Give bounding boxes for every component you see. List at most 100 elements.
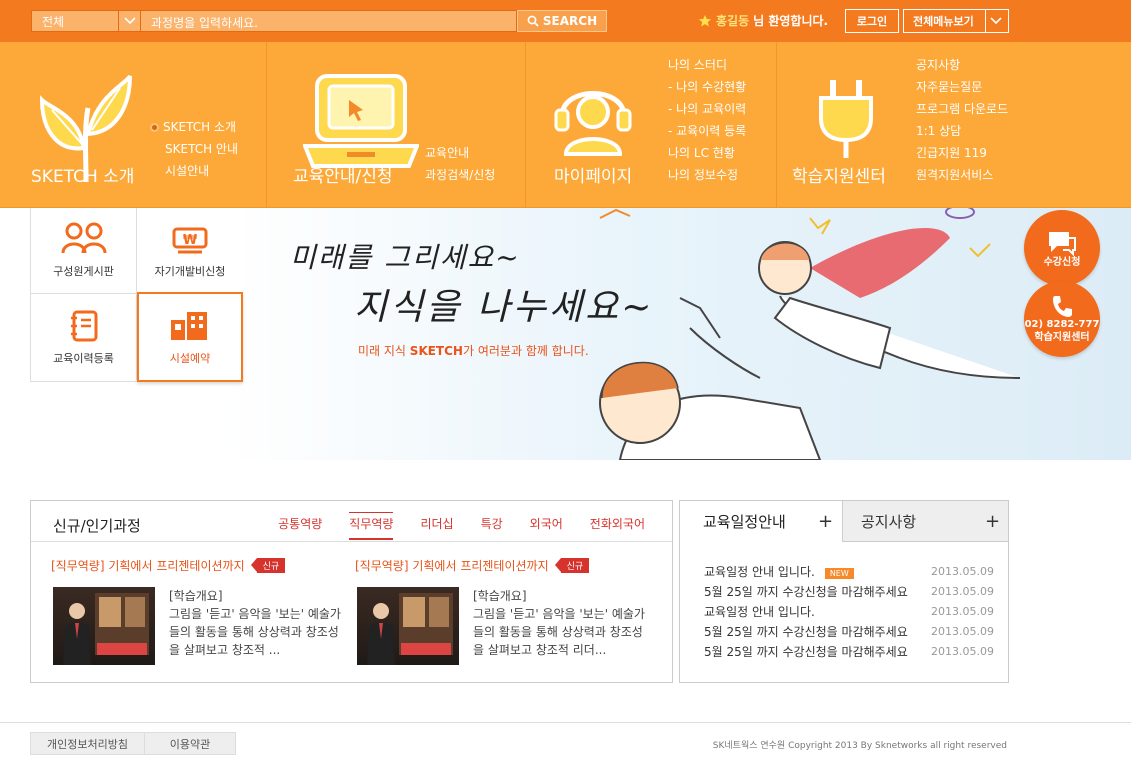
- course-card[interactable]: [직무역량] 기획에서 프리젠테이션까지 신규 [학습개요] 그림을 '듣고' …: [51, 557, 351, 665]
- search-button[interactable]: SEARCH: [517, 10, 607, 32]
- laptop-icon: [303, 74, 419, 168]
- tab-job[interactable]: 직무역량: [349, 512, 394, 540]
- course-tabs: 공통역량 직무역량 리더십 특강 외국어 전화외국어: [251, 512, 645, 540]
- search-button-label: SEARCH: [542, 14, 598, 28]
- nav-link-my-study[interactable]: 나의 스터디: [668, 54, 746, 76]
- quick-history[interactable]: 교육이력등록: [31, 294, 137, 380]
- svg-text:₩: ₩: [183, 233, 198, 248]
- greeting-text: 님 환영합니다.: [753, 14, 829, 28]
- nav-link-my-info[interactable]: 나의 정보수정: [668, 164, 746, 186]
- hero-banner: 구성원게시판 ₩ 자기개발비신청 교육이력등록 시설예약 미래를 그리세요~ 지…: [0, 208, 1131, 460]
- support-center-button[interactable]: 02) 8282-777 학습지원센터: [1024, 281, 1100, 357]
- headset-user-icon: [554, 91, 632, 156]
- notice-panel: 교육일정안내 + 공지사항 + 교육일정 안내 입니다. NEW 2013.05.…: [679, 500, 1009, 683]
- notice-list: 교육일정 안내 입니다. NEW 2013.05.09 5월 25일 까지 수강신…: [704, 561, 994, 661]
- list-item[interactable]: 교육일정 안내 입니다. NEW 2013.05.09: [704, 561, 994, 581]
- support-phone: 02) 8282-777: [1024, 319, 1100, 330]
- quick-board-label: 구성원게시판: [53, 265, 114, 278]
- list-item[interactable]: 교육일정 안내 입니다. 2013.05.09: [704, 601, 994, 621]
- nav-support-title[interactable]: 학습지원센터: [792, 162, 886, 187]
- father-son-illustration: [599, 208, 1021, 460]
- chevron-down-icon[interactable]: [118, 11, 140, 31]
- tab-notice-label: 공지사항: [861, 512, 917, 531]
- new-badge: 신규: [250, 558, 286, 573]
- nav-link-my-history[interactable]: - 나의 교육이력: [668, 98, 746, 120]
- course-thumbnail[interactable]: [357, 587, 459, 665]
- category-select[interactable]: 전체: [31, 10, 141, 32]
- tab-leadership[interactable]: 리더십: [420, 515, 453, 540]
- list-item[interactable]: 5월 25일 까지 수강신청을 마감해주세요 2013.05.09: [704, 641, 994, 661]
- nav-sketch-title[interactable]: SKETCH 소개: [31, 162, 134, 187]
- plus-icon[interactable]: +: [985, 513, 1000, 531]
- nav-link-emergency[interactable]: 긴급지원 119: [916, 142, 1008, 164]
- all-menu-label: 전체메뉴보기: [913, 15, 974, 28]
- search-icon: [527, 15, 539, 27]
- nav-support[interactable]: 학습지원센터 공지사항 자주묻는질문 프로그램 다운로드 1:1 상담 긴급지원…: [776, 42, 1131, 208]
- nav-mypage-title[interactable]: 마이페이지: [554, 162, 632, 187]
- nav-link-my-courses[interactable]: - 나의 수강현황: [668, 76, 746, 98]
- chat-icon: [1049, 231, 1076, 256]
- course-thumbnail[interactable]: [53, 587, 155, 665]
- nav-link-notice[interactable]: 공지사항: [916, 54, 1008, 76]
- nav-support-links: 공지사항 자주묻는질문 프로그램 다운로드 1:1 상담 긴급지원 119 원격…: [916, 54, 1008, 186]
- quick-selfdev-label: 자기개발비신청: [154, 265, 226, 278]
- tab-edu-schedule-label: 교육일정안내: [703, 513, 786, 531]
- quick-selfdev[interactable]: ₩ 자기개발비신청: [137, 208, 243, 294]
- nav-education[interactable]: 교육안내/신청 교육안내 과정검색/신청: [266, 42, 525, 208]
- bullet-icon: [150, 123, 159, 132]
- nav-link-facility[interactable]: 시설안내: [150, 160, 238, 182]
- phone-icon: [1053, 296, 1072, 317]
- nav-link-history-register[interactable]: - 교육이력 등록: [668, 120, 746, 142]
- new-badge: NEW: [824, 567, 854, 579]
- course-card[interactable]: [직무역량] 기획에서 프리젠테이션까지 신규 [학습개요] 그림을 '듣고' …: [355, 557, 655, 665]
- nav-link-my-lc[interactable]: 나의 LC 현황: [668, 142, 746, 164]
- course-apply-label: 수강신청: [1043, 256, 1081, 268]
- nav-link-faq[interactable]: 자주묻는질문: [916, 76, 1008, 98]
- won-card-icon: ₩: [172, 227, 208, 254]
- courses-title: 신규/인기과정: [53, 517, 141, 535]
- privacy-link[interactable]: 개인정보처리방침: [30, 732, 145, 755]
- quick-menu: 구성원게시판 ₩ 자기개발비신청 교육이력등록 시설예약: [30, 208, 243, 382]
- course-description: [학습개요] 그림을 '듣고' 음악을 '보는' 예술가들의 활동을 통해 상상…: [169, 589, 341, 657]
- nav-link-sketch-intro[interactable]: SKETCH 소개: [150, 116, 238, 138]
- chevron-down-icon: [990, 14, 1002, 31]
- tab-edu-schedule[interactable]: 교육일정안내 +: [680, 501, 842, 542]
- tab-lecture[interactable]: 특강: [481, 515, 503, 540]
- course-title[interactable]: [직무역량] 기획에서 프리젠테이션까지: [355, 557, 549, 574]
- support-center-label: 학습지원센터: [1034, 332, 1090, 343]
- nav-link-sketch-guide[interactable]: SKETCH 안내: [150, 138, 238, 160]
- welcome-message: 홍길동 님 환영합니다.: [698, 12, 828, 29]
- course-description: [학습개요] 그림을 '듣고' 음악을 '보는' 예술가들의 활동을 통해 상상…: [473, 589, 645, 657]
- nav-sketch[interactable]: SKETCH 소개 SKETCH 소개 SKETCH 안내 시설안내: [0, 42, 266, 208]
- list-item[interactable]: 5월 25일 까지 수강신청을 마감해주세요 2013.05.09: [704, 621, 994, 641]
- nav-link-course-search[interactable]: 과정검색/신청: [425, 164, 495, 186]
- plus-icon[interactable]: +: [818, 513, 833, 531]
- building-icon: [171, 312, 207, 340]
- footer: 개인정보처리방침 이용약관 SK네트웍스 연수원 Copyright 2013 …: [0, 722, 1131, 763]
- copyright: SK네트웍스 연수원 Copyright 2013 By Sknetworks …: [712, 741, 1007, 751]
- nav-link-remote[interactable]: 원격지원서비스: [916, 164, 1008, 186]
- tab-language[interactable]: 외국어: [530, 515, 563, 540]
- quick-history-label: 교육이력등록: [53, 352, 114, 365]
- search-input[interactable]: 과정명을 입력하세요.: [141, 10, 517, 32]
- tab-notice[interactable]: 공지사항 +: [842, 501, 1008, 542]
- nav-mypage[interactable]: 마이페이지 나의 스터디 - 나의 수강현황 - 나의 교육이력 - 교육이력 …: [525, 42, 776, 208]
- nav-link-counsel[interactable]: 1:1 상담: [916, 120, 1008, 142]
- terms-link[interactable]: 이용약관: [144, 732, 236, 755]
- nav-education-title[interactable]: 교육안내/신청: [293, 162, 393, 187]
- course-apply-button[interactable]: 수강신청: [1024, 210, 1100, 286]
- login-button[interactable]: 로그인: [845, 9, 899, 33]
- top-bar: 전체 과정명을 입력하세요. SEARCH 홍길동 님 환영합니다. 로그인 전체…: [0, 0, 1131, 42]
- course-title[interactable]: [직무역량] 기획에서 프리젠테이션까지: [51, 557, 245, 574]
- nav-link-edu-guide[interactable]: 교육안내: [425, 142, 495, 164]
- quick-facility[interactable]: 시설예약: [137, 292, 243, 382]
- category-value: 전체: [42, 14, 65, 29]
- tab-phone-language[interactable]: 전화외국어: [590, 515, 645, 540]
- list-item[interactable]: 5월 25일 까지 수강신청을 마감해주세요 2013.05.09: [704, 581, 994, 601]
- quick-board[interactable]: 구성원게시판: [31, 208, 137, 294]
- nav-link-download[interactable]: 프로그램 다운로드: [916, 98, 1008, 120]
- all-menu-button[interactable]: 전체메뉴보기: [903, 9, 1009, 33]
- tab-common[interactable]: 공통역량: [278, 515, 322, 540]
- hero-caption: 미래 지식 SKETCH가 여러분과 함께 합니다.: [358, 344, 589, 358]
- people-icon: [61, 222, 106, 254]
